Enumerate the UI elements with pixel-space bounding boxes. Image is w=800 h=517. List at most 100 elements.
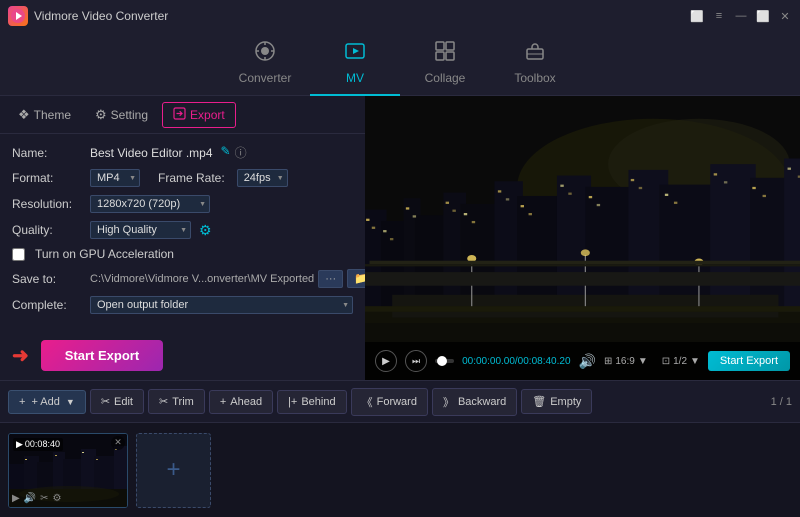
add-dropdown-icon: ▼: [66, 397, 75, 407]
arrow-indicator: ➜: [12, 343, 29, 368]
backward-button[interactable]: 》 Backward: [432, 388, 517, 416]
framerate-select[interactable]: 24fps 30fps 60fps: [237, 169, 288, 187]
framerate-select-wrapper: 24fps 30fps 60fps: [237, 169, 288, 187]
timeline-duration: ▶ 00:08:40: [13, 438, 63, 451]
bottom-toolbar: + + Add ▼ ✂ Edit ✂ Trim + Ahead |+ Behin…: [0, 380, 800, 422]
info-icon[interactable]: ⓘ: [235, 144, 247, 161]
time-display: 00:00:00.00/00:08:40.20: [462, 356, 570, 367]
resolution-row: Resolution: 1280x720 (720p) 1920x1080 (1…: [12, 195, 353, 213]
aspect-ratio-select[interactable]: ⊞ 16:9 ▼: [604, 356, 648, 367]
converter-icon: [254, 40, 276, 67]
format-select[interactable]: MP4 AVI MOV: [90, 169, 140, 187]
sub-tabs: ❖ Theme ⚙ Setting Export: [0, 96, 365, 134]
resolution-select[interactable]: 1280x720 (720p) 1920x1080 (1080p) 3840x2…: [90, 195, 210, 213]
export-area: ➜ Start Export: [0, 340, 365, 371]
behind-icon: |+: [288, 396, 297, 408]
complete-row: Complete: Open output folder Do nothing: [12, 296, 353, 314]
name-row: Name: Best Video Editor .mp4 ✎ ⓘ: [12, 144, 353, 161]
gpu-row: Turn on GPU Acceleration: [12, 247, 353, 261]
aspect-ratio-value: 16:9: [615, 356, 634, 367]
tab-mv[interactable]: MV: [310, 32, 400, 96]
tab-mv-label: MV: [346, 71, 364, 85]
subtab-theme-label: Theme: [34, 108, 71, 122]
subtab-setting-label: Setting: [111, 108, 148, 122]
path-more-btn[interactable]: ···: [318, 270, 343, 288]
titlebar-controls: ⬜ ≡ — ⬜ ✕: [690, 9, 792, 23]
mv-icon: [344, 40, 366, 67]
forward-button[interactable]: 《 Forward: [351, 388, 428, 416]
video-icon: ▶: [16, 439, 23, 450]
backward-icon: 》: [443, 394, 454, 410]
video-preview: ▶ ⏭ 00:00:00.00/00:08:40.20 🔊 ⊞ 16:9 ▼ ⊡…: [365, 96, 800, 380]
quality-select-wrapper: High Quality Medium Quality Low Quality: [90, 221, 191, 239]
menu-icon[interactable]: ≡: [712, 9, 726, 23]
complete-select[interactable]: Open output folder Do nothing: [90, 296, 353, 314]
zoom-value: 1/2: [673, 356, 687, 367]
trim-button[interactable]: ✂ Trim: [148, 389, 205, 414]
minimize-icon[interactable]: —: [734, 9, 748, 23]
timeline-play-icon: ▶: [12, 493, 20, 504]
zoom-select[interactable]: ⊡ 1/2 ▼: [662, 356, 700, 367]
edit-pencil-icon[interactable]: ✎: [221, 144, 231, 161]
timeline-settings-icon: ⚙: [53, 493, 62, 504]
plus-icon: +: [166, 456, 180, 484]
resolution-select-wrapper: 1280x720 (720p) 1920x1080 (1080p) 3840x2…: [90, 195, 210, 213]
zoom-dropdown-icon: ▼: [690, 356, 700, 367]
tab-toolbox-label: Toolbox: [514, 71, 555, 85]
timeline-volume-icon: 🔊: [24, 493, 36, 504]
start-export-button[interactable]: Start Export: [41, 340, 163, 371]
subtab-export-label: Export: [190, 108, 225, 122]
message-icon[interactable]: ⬜: [690, 9, 704, 23]
theme-subtab-icon: ❖: [18, 107, 30, 123]
quality-select[interactable]: High Quality Medium Quality Low Quality: [90, 221, 191, 239]
empty-button[interactable]: 🗑 Empty: [521, 389, 592, 414]
tab-collage[interactable]: Collage: [400, 32, 490, 96]
saveto-row: Save to: C:\Vidmore\Vidmore V...onverter…: [12, 269, 353, 288]
timeline-item[interactable]: ▶ 00:08:40 ✕ ▶ 🔊 ✂ ⚙: [8, 433, 128, 508]
tab-converter-label: Converter: [239, 71, 292, 85]
timeline-close-btn[interactable]: ✕: [111, 436, 125, 450]
toolbox-icon: [524, 40, 546, 67]
collage-icon: [434, 40, 456, 67]
subtab-setting[interactable]: ⚙ Setting: [85, 103, 158, 127]
maximize-icon[interactable]: ⬜: [756, 9, 770, 23]
progress-bar[interactable]: [435, 359, 454, 363]
ahead-button[interactable]: + Ahead: [209, 390, 273, 414]
name-value: Best Video Editor .mp4: [90, 146, 213, 160]
edit-icon: ✂: [101, 395, 110, 408]
forward-icon: 《: [362, 394, 373, 410]
timeline-scissors-icon: ✂: [40, 493, 48, 504]
left-panel: ❖ Theme ⚙ Setting Export Name: [0, 96, 365, 380]
tab-collage-label: Collage: [425, 71, 466, 85]
saveto-label: Save to:: [12, 272, 82, 286]
export-subtab-icon: [173, 107, 186, 123]
tab-converter[interactable]: Converter: [220, 32, 310, 96]
subtab-export[interactable]: Export: [162, 102, 236, 128]
play-button[interactable]: ▶: [375, 350, 397, 372]
edit-button[interactable]: ✂ Edit: [90, 389, 144, 414]
subtab-theme[interactable]: ❖ Theme: [8, 103, 81, 127]
nav-bar: Converter MV Collage: [0, 32, 800, 96]
gpu-checkbox[interactable]: [12, 248, 25, 261]
ahead-icon: +: [220, 396, 226, 408]
page-indicator: 1 / 1: [771, 396, 792, 408]
tab-toolbox[interactable]: Toolbox: [490, 32, 580, 96]
add-icon: +: [19, 396, 25, 408]
start-export-small-button[interactable]: Start Export: [708, 351, 790, 371]
volume-icon[interactable]: 🔊: [579, 353, 596, 370]
framerate-label: Frame Rate:: [158, 171, 225, 185]
add-button[interactable]: + + Add ▼: [8, 390, 86, 414]
zoom-icon: ⊡: [662, 356, 670, 367]
aspect-ratio-dropdown-icon: ▼: [638, 356, 648, 367]
timeline: ▶ 00:08:40 ✕ ▶ 🔊 ✂ ⚙ +: [0, 422, 800, 517]
close-icon[interactable]: ✕: [778, 9, 792, 23]
playback-controls: ▶ ⏭ 00:00:00.00/00:08:40.20 🔊 ⊞ 16:9 ▼ ⊡…: [365, 342, 800, 380]
add-media-button[interactable]: +: [136, 433, 211, 508]
step-forward-button[interactable]: ⏭: [405, 350, 427, 372]
trash-icon: 🗑: [532, 395, 546, 408]
behind-button[interactable]: |+ Behind: [277, 390, 347, 414]
quality-row: Quality: High Quality Medium Quality Low…: [12, 221, 353, 239]
quality-settings-btn[interactable]: ⚙: [199, 222, 212, 239]
format-select-wrapper: MP4 AVI MOV: [90, 169, 140, 187]
timeline-controls: ▶ 🔊 ✂ ⚙: [12, 493, 62, 504]
